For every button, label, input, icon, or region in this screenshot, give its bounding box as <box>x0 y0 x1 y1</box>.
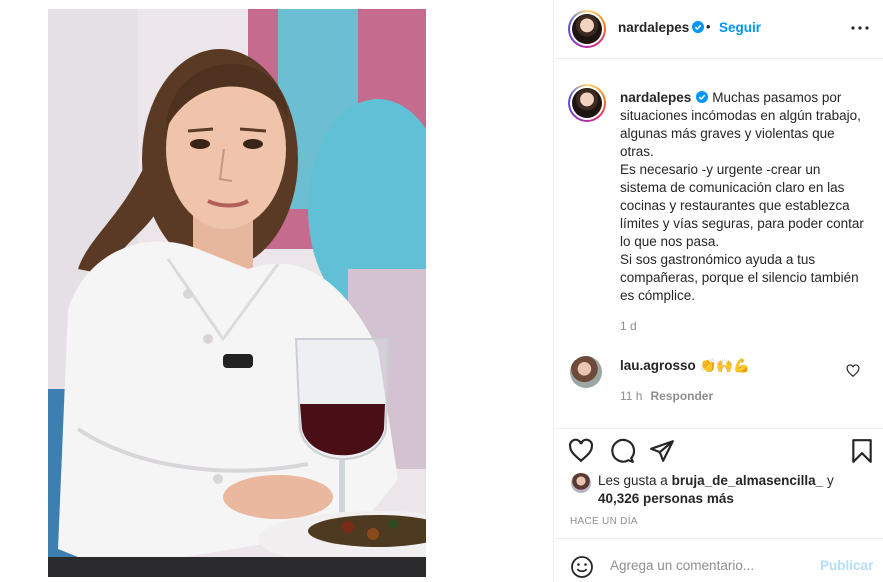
follow-button[interactable]: Seguir <box>719 20 761 35</box>
verified-badge-icon <box>692 21 705 33</box>
post-side-panel: nardalepes • Seguir nardalepes Muchas pas… <box>553 0 883 582</box>
chef-portrait-image <box>48 9 426 577</box>
comment: lau.agrosso 👏🙌💪 <box>620 358 750 374</box>
post-caption: nardalepes Muchas pasamos por situaciones… <box>620 89 870 305</box>
caption-timestamp[interactable]: 1 d <box>620 319 637 333</box>
caption-author-avatar[interactable] <box>568 84 606 122</box>
comment-heart-icon[interactable] <box>846 364 860 378</box>
verified-badge-icon <box>696 91 709 103</box>
liker-avatar[interactable] <box>571 473 591 493</box>
smiley-icon[interactable] <box>570 555 594 579</box>
paper-plane-icon[interactable] <box>649 438 675 464</box>
author-avatar[interactable] <box>568 10 606 48</box>
heart-icon[interactable] <box>568 438 594 464</box>
comment-body: 👏🙌💪 <box>699 358 750 373</box>
comment-input[interactable] <box>610 553 810 577</box>
post-media-pane <box>0 0 553 582</box>
caption-author-username[interactable]: nardalepes <box>620 90 691 105</box>
author-username[interactable]: nardalepes <box>618 20 705 35</box>
bookmark-icon[interactable] <box>849 438 875 464</box>
post-date[interactable]: HACE UN DÍA <box>570 516 638 527</box>
comment-composer: Publicar <box>554 538 883 582</box>
reply-button[interactable]: Responder <box>650 389 713 403</box>
commenter-username[interactable]: lau.agrosso <box>620 358 696 373</box>
comment-timestamp[interactable]: 11 h <box>620 389 642 403</box>
comment-bubble-icon[interactable] <box>609 438 635 464</box>
comment-meta: 11 h Responder <box>620 389 713 403</box>
separator-dot: • <box>706 19 711 34</box>
liker-username[interactable]: bruja_de_almasencilla_ <box>672 473 824 488</box>
publish-button[interactable]: Publicar <box>820 558 873 573</box>
more-options-icon[interactable] <box>848 16 872 40</box>
likes-summary[interactable]: Les gusta a bruja_de_almasencilla_ y 40,… <box>598 472 868 508</box>
post-header: nardalepes • Seguir <box>554 0 883 59</box>
post-actions: Les gusta a bruja_de_almasencilla_ y 40,… <box>554 428 883 538</box>
caption-line-2: Es necesario -y urgente -crear un sistem… <box>620 162 864 249</box>
commenter-avatar[interactable] <box>570 356 602 388</box>
post-photo[interactable] <box>48 9 426 577</box>
comments-scroll-area[interactable]: nardalepes Muchas pasamos por situaciones… <box>554 60 883 428</box>
likes-count[interactable]: 40,326 personas más <box>598 491 734 506</box>
caption-line-3: Si sos gastronómico ayuda a tus compañer… <box>620 252 859 303</box>
